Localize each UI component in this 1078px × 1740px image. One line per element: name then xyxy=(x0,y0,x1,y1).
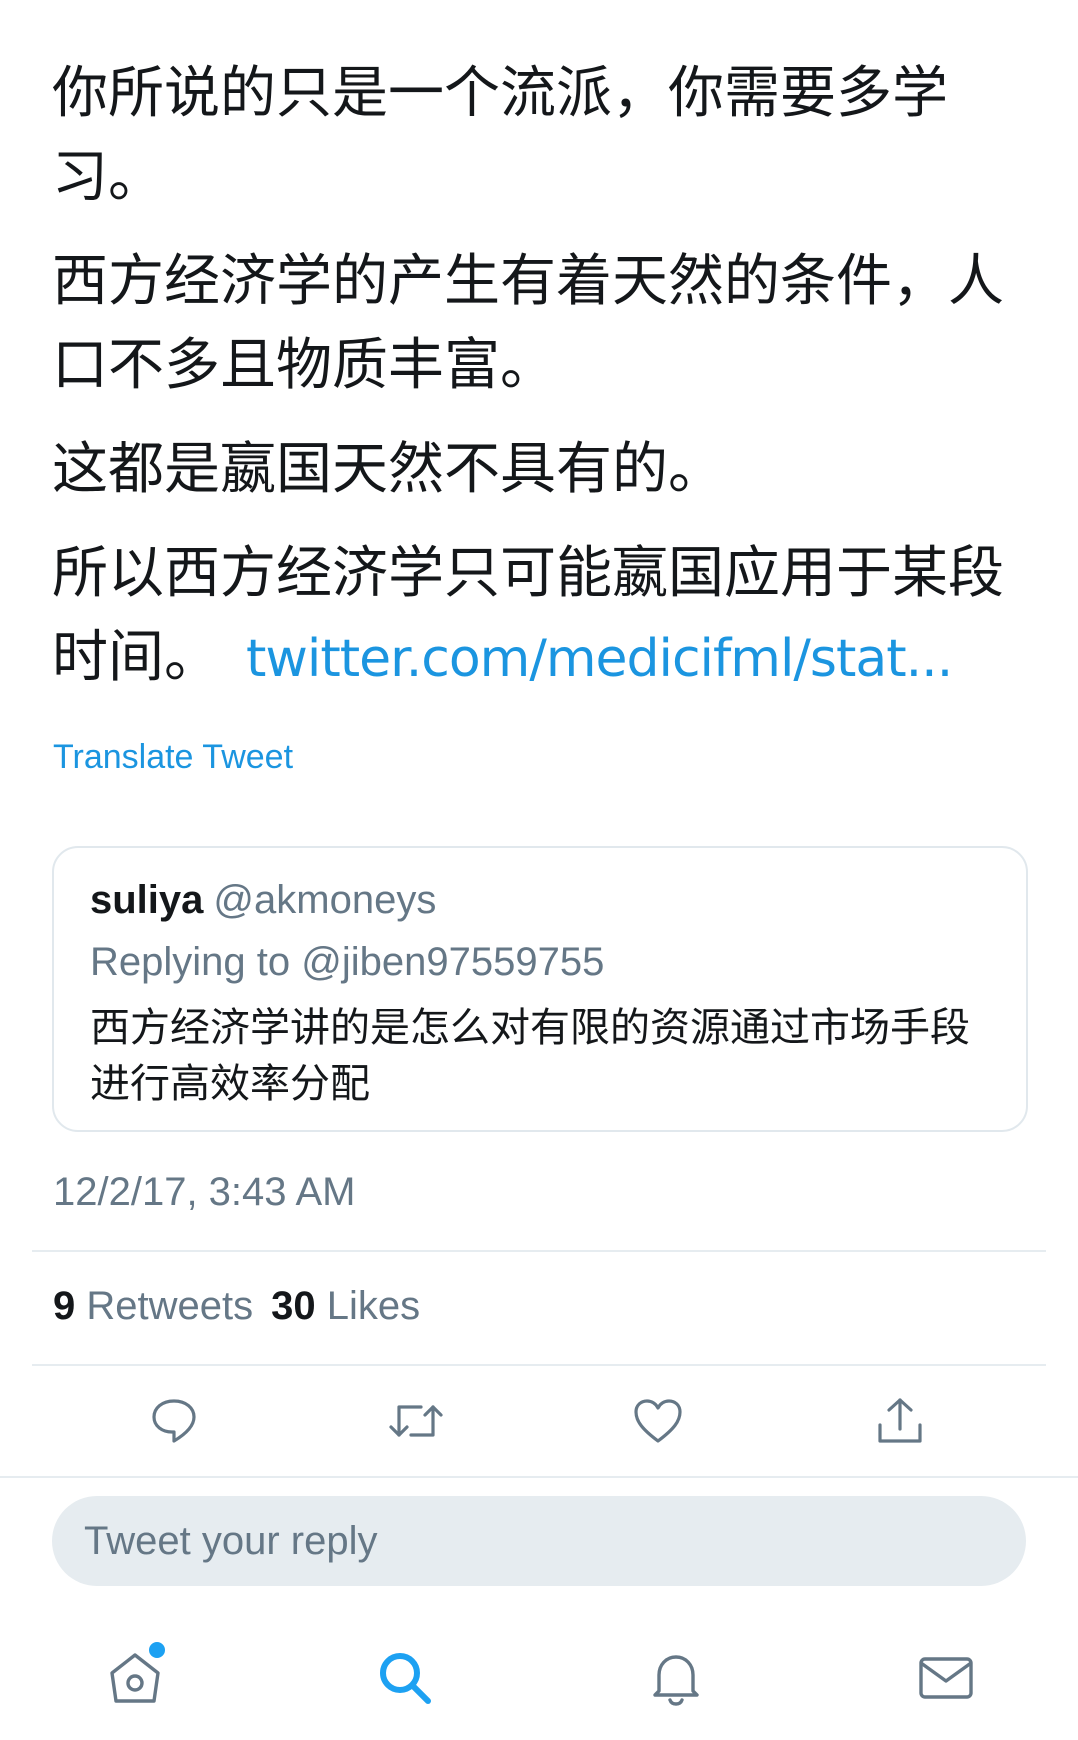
share-button[interactable] xyxy=(867,1390,933,1456)
like-button[interactable] xyxy=(625,1390,691,1456)
tab-home[interactable] xyxy=(95,1640,175,1720)
quoted-tweet-card[interactable]: suliya @akmoneys Replying to @jiben975597… xyxy=(52,846,1028,1132)
tweet-paragraph-1: 你所说的只是一个流派，你需要多学习。 xyxy=(52,61,948,210)
reply-button[interactable] xyxy=(141,1390,207,1456)
quoted-tweet-header: suliya @akmoneys xyxy=(90,878,436,923)
tab-search[interactable] xyxy=(365,1640,445,1720)
search-icon xyxy=(374,1647,436,1713)
home-unread-dot xyxy=(149,1642,165,1658)
tweet-paragraph-3: 这都是嬴国天然不具有的。 xyxy=(52,437,724,502)
notifications-icon xyxy=(645,1647,707,1713)
quoted-replying-to: Replying to @jiben97559755 xyxy=(90,940,605,984)
tweet-text: 你所说的只是一个流派，你需要多学习。 西方经济学的产生有着天然的条件，人口不多且… xyxy=(52,52,1042,721)
tweet-timestamp: 12/2/17, 3:43 AM xyxy=(53,1170,356,1214)
divider xyxy=(32,1364,1046,1366)
retweets-label: Retweets xyxy=(86,1284,254,1328)
divider xyxy=(0,1476,1078,1478)
translate-tweet-link[interactable]: Translate Tweet xyxy=(53,738,293,777)
quoted-author-handle: @akmoneys xyxy=(213,878,437,922)
tab-notifications[interactable] xyxy=(636,1640,716,1720)
divider xyxy=(32,1250,1046,1252)
tab-messages[interactable] xyxy=(906,1640,986,1720)
reply-icon xyxy=(148,1395,200,1451)
tweet-paragraph-4: 所以西方经济学只可能嬴国应用于某段时间。 twitter.com/medicifm… xyxy=(52,532,1042,701)
tweet-action-bar xyxy=(0,1390,1078,1456)
tweet-stats: 9 Retweets 30 Likes xyxy=(53,1284,420,1329)
messages-icon xyxy=(915,1647,977,1713)
retweets-stat[interactable]: 9 Retweets xyxy=(53,1284,253,1328)
bottom-tab-bar xyxy=(0,1620,1078,1730)
retweet-button[interactable] xyxy=(383,1390,449,1456)
share-icon xyxy=(874,1395,926,1451)
likes-count: 30 xyxy=(271,1284,316,1328)
retweet-icon xyxy=(387,1395,445,1451)
likes-stat[interactable]: 30 Likes xyxy=(271,1284,420,1328)
quoted-tweet-text: 西方经济学讲的是怎么对有限的资源通过市场手段进行高效率分配 xyxy=(90,1005,970,1107)
quoted-author-name: suliya xyxy=(90,878,204,922)
likes-label: Likes xyxy=(326,1284,421,1328)
like-icon xyxy=(632,1397,684,1449)
reply-input[interactable] xyxy=(52,1496,1026,1586)
tweet-link[interactable]: twitter.com/medicifml/stat... xyxy=(246,629,953,689)
tweet-paragraph-2: 西方经济学的产生有着天然的条件，人口不多且物质丰富。 xyxy=(52,249,1004,398)
retweets-count: 9 xyxy=(53,1284,76,1328)
